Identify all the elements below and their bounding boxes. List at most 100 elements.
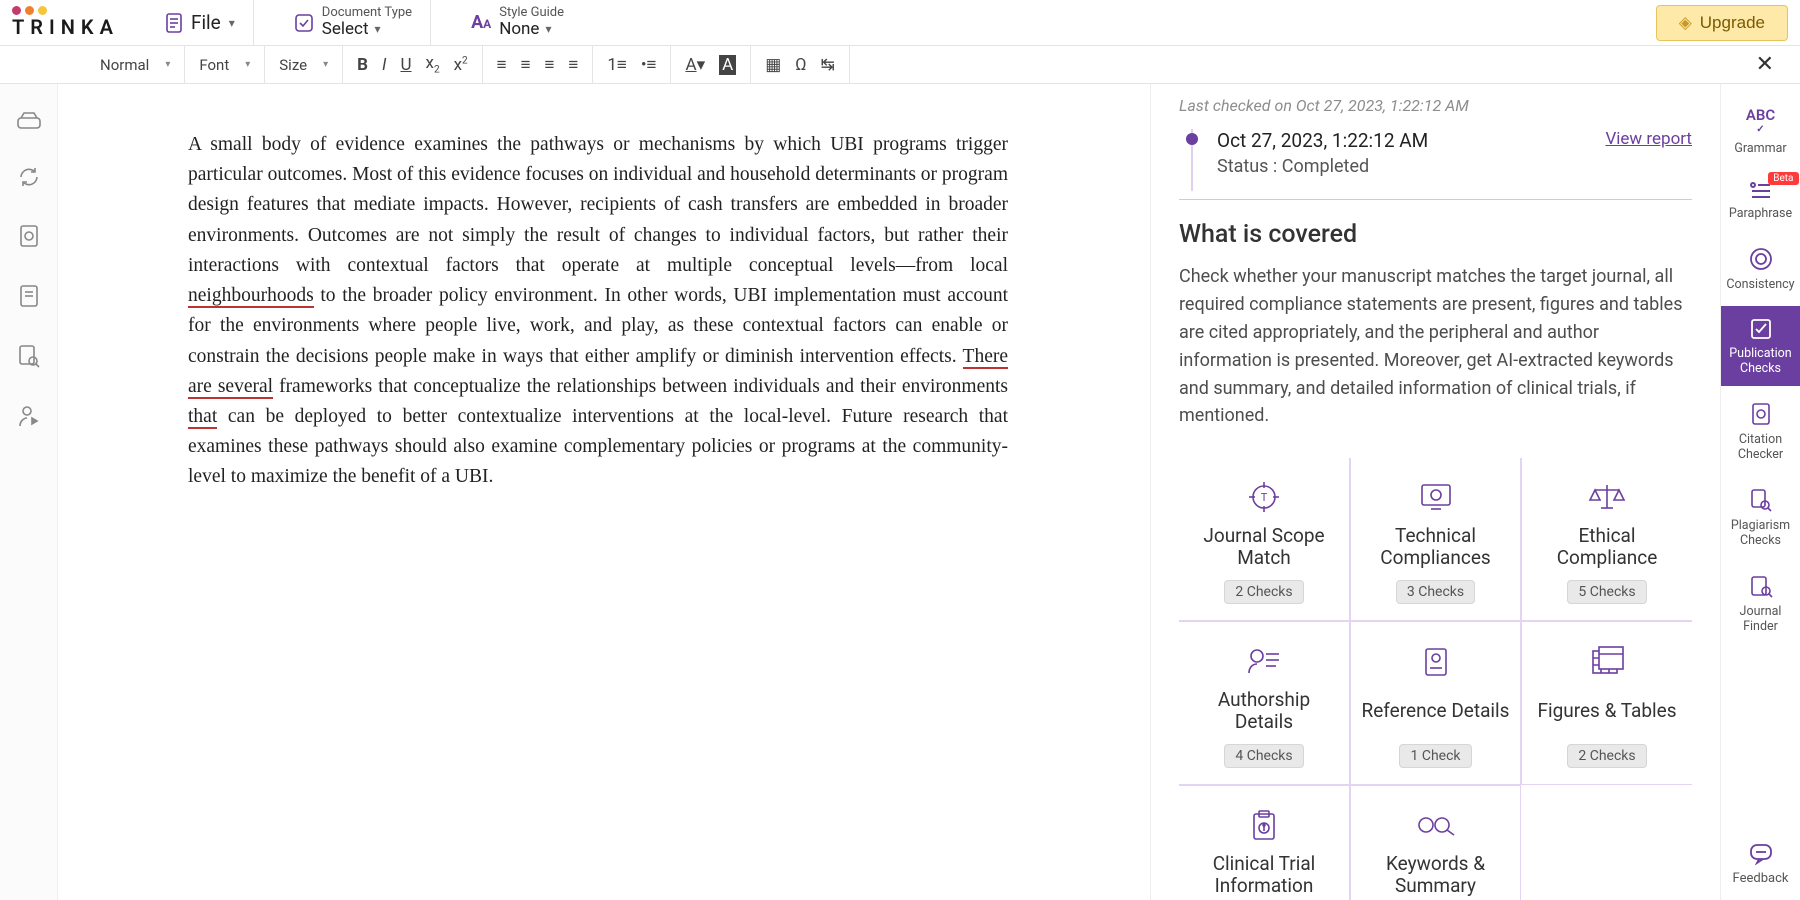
paragraph-style-value: Normal	[100, 56, 149, 74]
tile-title: Ethical Compliance	[1532, 524, 1682, 570]
top-bar: TRINKA File ▾ Document Type Select▾ AA	[0, 0, 1800, 46]
logo[interactable]: TRINKA	[12, 6, 119, 39]
compare-icon[interactable]	[18, 284, 40, 308]
tile-keywords-summary[interactable]: Keywords & Summary 2 Checks	[1350, 785, 1521, 900]
editor-toolbar: Normal▾ Font▾ Size▾ B I U x2 x2 ≡ ≡ ≡ ≡ …	[0, 46, 1800, 84]
search-doc-icon[interactable]	[17, 344, 41, 368]
style-guide-selector[interactable]: AA Style Guide None▾	[453, 0, 582, 46]
table-button[interactable]: ▦	[765, 55, 781, 75]
italic-button[interactable]: I	[382, 55, 386, 75]
feedback-label: Feedback	[1733, 871, 1789, 886]
share-user-icon[interactable]	[18, 404, 40, 428]
tile-authorship-details[interactable]: Authorship Details 4 Checks	[1179, 621, 1350, 785]
unordered-list-button[interactable]: •≡	[641, 55, 657, 75]
rail-paraphrase[interactable]: Beta Paraphrase	[1721, 170, 1800, 231]
chevron-down-icon: ▾	[545, 23, 551, 36]
text-color-button[interactable]: A▾	[685, 55, 705, 75]
upgrade-button[interactable]: ◈ Upgrade	[1656, 5, 1788, 41]
align-right-button[interactable]: ≡	[544, 55, 554, 75]
badge-icon[interactable]	[18, 224, 40, 248]
size-select[interactable]: Size▾	[265, 46, 343, 84]
upgrade-label: Upgrade	[1700, 13, 1765, 33]
tile-journal-scope[interactable]: T Journal Scope Match 2 Checks	[1179, 458, 1350, 621]
superscript-button[interactable]: x2	[454, 55, 468, 75]
rail-label: Plagiarism Checks	[1723, 518, 1799, 548]
spelling-error[interactable]: neighbourhoods	[188, 285, 314, 308]
underline-button[interactable]: U	[400, 55, 411, 75]
keywords-icon	[1416, 808, 1456, 842]
font-value: Font	[199, 56, 229, 74]
align-justify-button[interactable]: ≡	[568, 55, 578, 75]
rail-label: Journal Finder	[1723, 604, 1799, 634]
tile-reference-details[interactable]: Reference Details 1 Check	[1350, 621, 1521, 785]
file-icon	[165, 13, 183, 33]
author-icon	[1246, 644, 1282, 678]
editor-area[interactable]: A small body of evidence examines the pa…	[58, 84, 1150, 900]
tile-badge: 1 Check	[1399, 744, 1471, 768]
rail-publication-checks[interactable]: Publication Checks	[1721, 306, 1800, 386]
document-type-selector[interactable]: Document Type Select▾	[276, 0, 431, 46]
file-menu-label: File	[191, 11, 221, 34]
align-left-button[interactable]: ≡	[497, 55, 507, 75]
rail-label: Consistency	[1726, 277, 1794, 292]
subscript-button[interactable]: x2	[426, 53, 440, 75]
rail-label: Citation Checker	[1723, 432, 1799, 462]
tile-badge: 2 Checks	[1224, 580, 1303, 604]
tile-technical-compliances[interactable]: Technical Compliances 3 Checks	[1350, 458, 1521, 621]
rail-plagiarism-checks[interactable]: Plagiarism Checks	[1721, 476, 1800, 558]
symbol-button[interactable]: Ω	[795, 55, 806, 75]
highlight-button[interactable]: A	[719, 55, 736, 75]
top-bar-left: TRINKA File ▾ Document Type Select▾ AA	[12, 0, 582, 46]
scales-icon	[1587, 480, 1627, 514]
list-icon	[1750, 182, 1772, 200]
tile-badge: 4 Checks	[1224, 744, 1303, 768]
rail-journal-finder[interactable]: Journal Finder	[1721, 562, 1800, 644]
covered-body: Check whether your manuscript matches th…	[1179, 263, 1692, 430]
ordered-list-button[interactable]: 1≡	[607, 55, 626, 75]
rail-label: Grammar	[1734, 141, 1786, 156]
document-type-value: Select	[322, 20, 369, 39]
tile-figures-tables[interactable]: Figures & Tables 2 Checks	[1521, 621, 1692, 785]
tile-ethical-compliance[interactable]: Ethical Compliance 5 Checks	[1521, 458, 1692, 621]
style-guide-icon: AA	[471, 12, 491, 33]
rail-citation-checker[interactable]: Citation Checker	[1721, 390, 1800, 472]
tile-title: Clinical Trial Information	[1189, 852, 1339, 898]
rail-grammar[interactable]: ABC✓ Grammar	[1721, 94, 1800, 166]
drive-icon[interactable]	[17, 112, 41, 130]
file-menu[interactable]: File ▾	[191, 11, 235, 34]
font-select[interactable]: Font▾	[185, 46, 265, 84]
diamond-icon: ◈	[1679, 13, 1692, 33]
indent-button[interactable]: ↹	[821, 55, 835, 75]
checklist-icon	[1750, 318, 1772, 340]
run-date: Oct 27, 2023, 1:22:12 AM	[1217, 129, 1428, 152]
timeline-dot-icon	[1186, 133, 1198, 145]
last-checked-text: Last checked on Oct 27, 2023, 1:22:12 AM	[1179, 96, 1692, 115]
grid-icon	[1590, 644, 1624, 678]
tile-title: Journal Scope Match	[1189, 524, 1339, 570]
gear-screen-icon	[1419, 480, 1453, 514]
size-value: Size	[279, 56, 307, 74]
align-center-button[interactable]: ≡	[521, 55, 531, 75]
document-paragraph[interactable]: A small body of evidence examines the pa…	[188, 130, 1008, 493]
tile-clinical-trial[interactable]: Clinical Trial Information 1 Check	[1179, 785, 1350, 900]
logo-text: TRINKA	[12, 15, 119, 39]
grammar-error[interactable]: that	[188, 406, 217, 429]
sync-icon[interactable]	[18, 166, 40, 188]
status-value: Completed	[1282, 156, 1369, 177]
tile-title: Reference Details	[1362, 688, 1510, 734]
rail-consistency[interactable]: Consistency	[1721, 235, 1800, 302]
bold-button[interactable]: B	[357, 55, 368, 75]
left-rail	[0, 84, 58, 900]
tile-title: Authorship Details	[1189, 688, 1339, 734]
covered-title: What is covered	[1179, 220, 1692, 249]
abc-check-icon: ABC✓	[1746, 106, 1775, 135]
tile-badge: 5 Checks	[1567, 580, 1646, 604]
paragraph-style-select[interactable]: Normal▾	[86, 46, 185, 84]
view-report-link[interactable]: View report	[1605, 129, 1692, 149]
tile-title: Technical Compliances	[1361, 524, 1510, 570]
close-panel-button[interactable]: ✕	[1742, 52, 1788, 77]
feedback-button[interactable]: Feedback	[1729, 829, 1793, 900]
tool-rail: ABC✓ Grammar Beta Paraphrase Consistency…	[1720, 84, 1800, 900]
rail-label: Paraphrase	[1729, 206, 1792, 221]
search-doc-icon	[1749, 488, 1773, 512]
